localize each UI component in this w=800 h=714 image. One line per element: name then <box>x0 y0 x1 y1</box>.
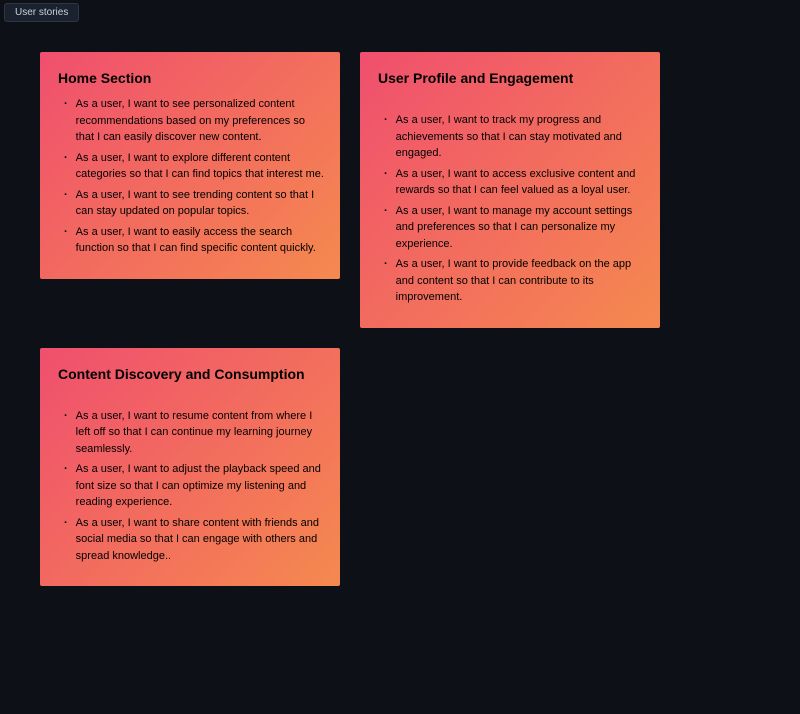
card-list-item: As a user, I want to provide feedback on… <box>384 256 644 306</box>
card-list-item: As a user, I want to see trending conten… <box>64 187 324 220</box>
card-title: Home Section <box>58 70 324 86</box>
sticky-note-card[interactable]: Content Discovery and Consumption As a us… <box>40 348 340 587</box>
card-list-item: As a user, I want to manage my account s… <box>384 203 644 253</box>
card-list-item-text: As a user, I want to access exclusive co… <box>396 166 644 199</box>
card-list-item-text: As a user, I want to see personalized co… <box>76 96 324 146</box>
card-list-item-text: As a user, I want to track my progress a… <box>396 112 644 162</box>
card-spacer <box>58 392 324 408</box>
card-list-item: As a user, I want to resume content from… <box>64 408 324 458</box>
card-list-item: As a user, I want to see personalized co… <box>64 96 324 146</box>
card-list-item: As a user, I want to adjust the playback… <box>64 461 324 511</box>
tab-user-stories[interactable]: User stories <box>4 3 79 22</box>
card-list-item: As a user, I want to explore different c… <box>64 150 324 183</box>
cards-container: Home Section As a user, I want to see per… <box>40 52 760 586</box>
card-list: As a user, I want to track my progress a… <box>378 112 644 306</box>
sticky-note-card[interactable]: Home Section As a user, I want to see per… <box>40 52 340 279</box>
card-list-item-text: As a user, I want to adjust the playback… <box>76 461 324 511</box>
card-title: User Profile and Engagement <box>378 70 644 86</box>
card-list-item: As a user, I want to easily access the s… <box>64 224 324 257</box>
card-list: As a user, I want to resume content from… <box>58 408 324 565</box>
card-list-item-text: As a user, I want to manage my account s… <box>396 203 644 253</box>
card-list: As a user, I want to see personalized co… <box>58 96 324 257</box>
card-list-item-text: As a user, I want to share content with … <box>76 515 324 565</box>
card-list-item-text: As a user, I want to easily access the s… <box>76 224 324 257</box>
card-list-item-text: As a user, I want to resume content from… <box>76 408 324 458</box>
card-title: Content Discovery and Consumption <box>58 366 324 382</box>
card-list-item: As a user, I want to track my progress a… <box>384 112 644 162</box>
card-list-item: As a user, I want to access exclusive co… <box>384 166 644 199</box>
canvas[interactable]: Home Section As a user, I want to see per… <box>0 24 800 714</box>
card-list-item-text: As a user, I want to explore different c… <box>76 150 324 183</box>
card-list-item: As a user, I want to share content with … <box>64 515 324 565</box>
card-list-item-text: As a user, I want to provide feedback on… <box>396 256 644 306</box>
card-spacer <box>378 96 644 112</box>
sticky-note-card[interactable]: User Profile and Engagement As a user, I … <box>360 52 660 328</box>
card-list-item-text: As a user, I want to see trending conten… <box>76 187 324 220</box>
tab-bar: User stories <box>0 0 800 24</box>
